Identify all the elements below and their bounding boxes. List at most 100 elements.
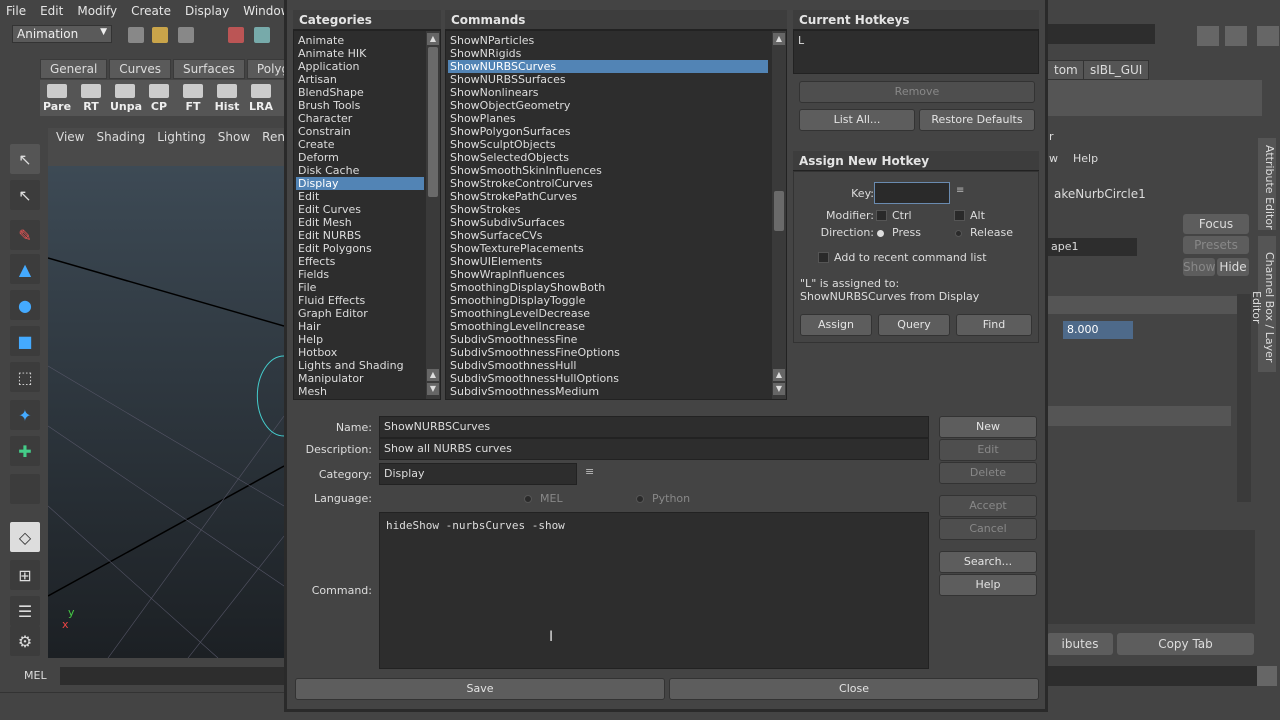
menu-display[interactable]: Display (185, 4, 229, 18)
attribute-section-header[interactable] (1047, 296, 1237, 314)
press-radio[interactable] (877, 230, 884, 237)
category-item[interactable]: Application (296, 60, 424, 73)
last-tool-icon[interactable] (10, 474, 40, 504)
categories-list[interactable]: Animate Animate HIK Application Artisan Blen… (296, 34, 424, 398)
help-button[interactable]: Help (939, 574, 1037, 596)
command-item[interactable]: ShowNonlinears (448, 86, 770, 99)
layout-toggle-icon[interactable] (1197, 26, 1219, 46)
show-button[interactable]: Show (1183, 258, 1215, 276)
hide-button[interactable]: Hide (1217, 258, 1249, 276)
command-line-input[interactable] (60, 667, 285, 685)
command-item[interactable]: SubdivSmoothnessHull (448, 359, 770, 372)
outliner-layout-icon[interactable]: ☰ (10, 596, 40, 626)
shelf-tab-curves[interactable]: Curves (109, 59, 171, 79)
list-all-button[interactable]: List All... (799, 109, 915, 131)
command-item[interactable]: SmoothingLevelDecrease (448, 307, 770, 320)
category-item[interactable]: Deform (296, 151, 424, 164)
category-item[interactable]: Hotbox (296, 346, 424, 359)
category-item[interactable]: Brush Tools (296, 99, 424, 112)
edit-button[interactable]: Edit (939, 439, 1037, 461)
shape-name-field[interactable]: ape1 (1047, 238, 1137, 256)
shelf-tab-surfaces[interactable]: Surfaces (172, 59, 245, 79)
tool-settings-toggle-icon[interactable] (1225, 26, 1247, 46)
command-item[interactable]: ShowStrokePathCurves (448, 190, 770, 203)
ae-menu-w[interactable]: w (1049, 152, 1058, 165)
select-hierarchy-icon[interactable] (228, 27, 244, 43)
current-hotkeys-list[interactable]: L (793, 30, 1039, 74)
command-item[interactable]: ShowTexturePlacements (448, 242, 770, 255)
category-item[interactable]: Manipulator (296, 372, 424, 385)
menu-file[interactable]: File (6, 4, 26, 18)
soft-mod-icon[interactable]: ✦ (10, 400, 40, 430)
category-item[interactable]: File (296, 281, 424, 294)
shelf-button-lra[interactable]: LRA (246, 82, 276, 114)
description-field[interactable]: Show all NURBS curves (379, 438, 929, 460)
add-recent-checkbox[interactable] (818, 252, 829, 263)
select-tool-icon[interactable]: ↖ (10, 144, 40, 174)
command-item[interactable]: ShowSculptObjects (448, 138, 770, 151)
command-item[interactable]: SubdivSmoothnessMedium (448, 385, 770, 398)
command-item[interactable]: ShowSubdivSurfaces (448, 216, 770, 229)
scroll-up-icon[interactable]: ▲ (773, 369, 785, 381)
shelf-button-pare[interactable]: Pare (42, 82, 72, 114)
command-item[interactable]: ShowPolygonSurfaces (448, 125, 770, 138)
lasso-tool-icon[interactable]: ↖ (10, 180, 40, 210)
scroll-thumb[interactable] (428, 47, 438, 197)
new-scene-icon[interactable] (128, 27, 144, 43)
category-item[interactable]: Edit NURBS (296, 229, 424, 242)
shelf-button-rt[interactable]: RT (76, 82, 106, 114)
command-item[interactable]: ShowObjectGeometry (448, 99, 770, 112)
four-view-layout-icon[interactable]: ⊞ (10, 560, 40, 590)
select-object-icon[interactable] (254, 27, 270, 43)
category-item[interactable]: Help (296, 333, 424, 346)
commands-list[interactable]: ShowNParticles ShowNRigids ShowNURBSCurves… (448, 34, 770, 398)
hotkey-item[interactable]: L (796, 34, 1036, 47)
command-item[interactable]: ShowNURBSSurfaces (448, 73, 770, 86)
command-text-area[interactable]: hideShow -nurbsCurves -show (379, 512, 929, 669)
open-scene-icon[interactable] (152, 27, 168, 43)
command-item[interactable]: ShowStrokes (448, 203, 770, 216)
command-item[interactable]: ShowNRigids (448, 47, 770, 60)
find-button[interactable]: Find (956, 314, 1032, 336)
mode-selector[interactable]: Animation ▼ (12, 25, 112, 43)
menu-create[interactable]: Create (131, 4, 171, 18)
presets-button[interactable]: Presets (1183, 236, 1249, 254)
universal-manip-icon[interactable]: ⬚ (10, 362, 40, 392)
accept-button[interactable]: Accept (939, 495, 1037, 517)
command-item[interactable]: SubdivSmoothnessHullOptions (448, 372, 770, 385)
move-tool-icon[interactable]: ▲ (10, 254, 40, 284)
category-item[interactable]: BlendShape (296, 86, 424, 99)
category-item[interactable]: Effects (296, 255, 424, 268)
menu-edit[interactable]: Edit (40, 4, 63, 18)
rotate-tool-icon[interactable]: ● (10, 290, 40, 320)
cancel-button[interactable]: Cancel (939, 518, 1037, 540)
commands-scrollbar[interactable]: ▲ ▲ ▼ (772, 31, 786, 399)
command-item[interactable]: ShowStrokeControlCurves (448, 177, 770, 190)
command-line-language[interactable]: MEL (24, 669, 47, 682)
script-editor-icon[interactable] (1257, 666, 1277, 686)
select-button[interactable]: ibutes (1047, 633, 1113, 655)
panel-menu-show[interactable]: Show (218, 130, 250, 144)
show-manip-icon[interactable]: ✚ (10, 436, 40, 466)
category-item[interactable]: Edit Polygons (296, 242, 424, 255)
category-item[interactable]: Edit (296, 190, 424, 203)
command-item[interactable]: ShowWrapInfluences (448, 268, 770, 281)
command-item[interactable]: SmoothingLevelIncrease (448, 320, 770, 333)
current-hotkeys-items[interactable]: L (796, 34, 1036, 70)
focus-button[interactable]: Focus (1183, 214, 1249, 234)
category-item[interactable]: Animate HIK (296, 47, 424, 60)
shelf-button-unpa[interactable]: Unpa (110, 82, 142, 114)
command-item[interactable]: ShowSmoothSkinInfluences (448, 164, 770, 177)
layout-shortcut-icon[interactable]: ⚙ (10, 626, 40, 656)
attribute-section-2[interactable] (1047, 406, 1231, 426)
shelf-button-hist[interactable]: Hist (212, 82, 242, 114)
restore-defaults-button[interactable]: Restore Defaults (919, 109, 1035, 131)
command-item[interactable]: ShowUIElements (448, 255, 770, 268)
category-item[interactable]: Display (296, 177, 424, 190)
category-item[interactable]: Fields (296, 268, 424, 281)
scroll-up-icon[interactable]: ▲ (427, 33, 439, 45)
category-item[interactable]: Edit Curves (296, 203, 424, 216)
shelf-tab-sibl[interactable]: sIBL_GUI (1083, 60, 1150, 80)
ae-menu-help[interactable]: Help (1073, 152, 1098, 165)
python-radio[interactable] (636, 495, 644, 503)
